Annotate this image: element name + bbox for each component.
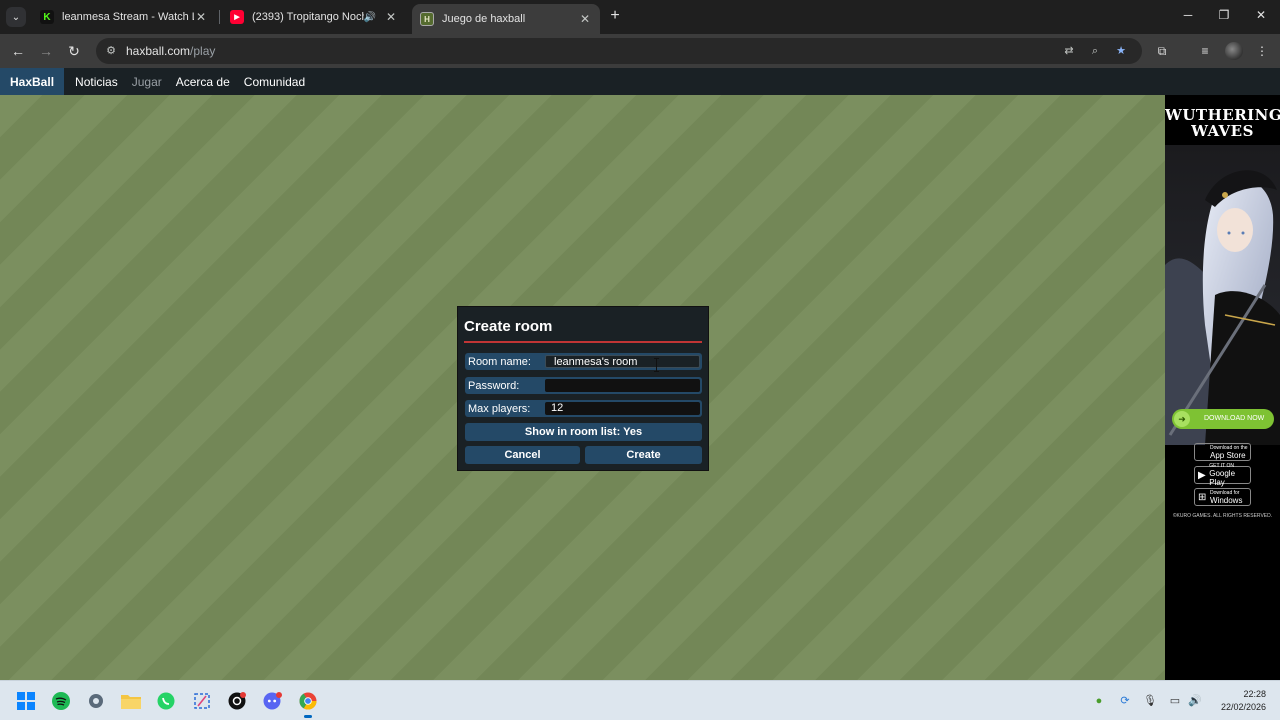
spotify-icon[interactable] — [51, 691, 71, 711]
tray-app-icon[interactable]: ● — [1091, 693, 1107, 709]
max-players-label: Max players: — [468, 402, 531, 415]
windows-taskbar: ● ⟳ 🎙 ▭ 🔊 22:28 22/02/2026 — [0, 680, 1280, 720]
system-clock[interactable]: 22:28 22/02/2026 — [1210, 688, 1266, 714]
nav-noticias[interactable]: Noticias — [68, 68, 125, 95]
nav-comunidad[interactable]: Comunidad — [237, 68, 312, 95]
chrome-icon[interactable] — [298, 691, 318, 718]
site-navigation: HaxBall Noticias Jugar Acerca de Comunid… — [0, 68, 1280, 95]
audio-playing-icon[interactable]: 🔊 — [364, 12, 376, 23]
tab-title: Juego de haxball — [442, 13, 526, 25]
room-name-label: Room name: — [468, 355, 531, 368]
password-input[interactable] — [545, 379, 700, 392]
window-close-icon[interactable]: ✕ — [1254, 8, 1268, 22]
play-icon: ▶ — [1198, 469, 1206, 481]
youtube-icon: ▶ — [230, 10, 244, 24]
close-icon[interactable]: ✕ — [578, 12, 592, 26]
nav-jugar[interactable]: Jugar — [125, 68, 169, 95]
site-info-icon[interactable]: ⚙ — [104, 44, 118, 58]
room-name-row: Room name: leanmesa's room — [465, 353, 702, 370]
text-cursor-icon — [654, 358, 659, 372]
whatsapp-icon[interactable] — [156, 691, 176, 711]
password-row: Password: — [465, 377, 702, 394]
store-big-text: Windows — [1210, 495, 1243, 505]
game-logo: WUTHERING WAVES — [1165, 107, 1280, 139]
browser-tab-strip: ⌄ K leanmesa Stream - Watch Live ✕ ▶ (23… — [0, 0, 1280, 34]
reload-icon[interactable]: ↻ — [65, 42, 83, 60]
advertisement-sidebar[interactable]: WUTHERING WAVES DOWNLOAD NOW ➜ Download — [1165, 95, 1280, 680]
store-big-text: App Store — [1210, 450, 1246, 460]
profile-avatar[interactable] — [1225, 42, 1243, 60]
dialog-title: Create room — [464, 318, 702, 343]
store-small-text: Download for — [1210, 489, 1240, 496]
url-text[interactable]: haxball.com/play — [126, 44, 215, 58]
show-in-room-list-toggle[interactable]: Show in room list: Yes — [465, 423, 702, 441]
new-tab-button[interactable]: + — [606, 7, 624, 25]
url-domain: haxball.com — [126, 44, 191, 58]
logo-line-2: WAVES — [1191, 122, 1254, 140]
tab-kick[interactable]: K leanmesa Stream - Watch Live ✕ — [32, 4, 216, 30]
menu-kebab-icon[interactable]: ⋮ — [1253, 42, 1271, 60]
translate-icon[interactable]: ⇄ — [1062, 44, 1076, 58]
sync-icon[interactable]: ⟳ — [1117, 693, 1133, 709]
back-icon[interactable]: ← — [9, 42, 27, 60]
clock-time: 22:28 — [1243, 689, 1266, 699]
settings-gear-icon[interactable] — [86, 691, 106, 711]
create-room-dialog: Create room Room name: leanmesa's room P… — [457, 306, 709, 471]
discord-icon[interactable] — [262, 691, 282, 711]
max-players-row: Max players: 12 — [465, 400, 702, 417]
ad-legal-text: ©KURO GAMES. ALL RIGHTS RESERVED. — [1172, 513, 1273, 519]
max-players-input[interactable]: 12 — [545, 402, 700, 415]
close-icon[interactable]: ✕ — [384, 10, 398, 24]
tab-haxball[interactable]: H Juego de haxball ✕ — [412, 4, 600, 34]
extensions-icon[interactable]: ⧉ — [1153, 42, 1171, 60]
nav-acerca-de[interactable]: Acerca de — [169, 68, 237, 95]
logo-line-1: WUTHERING — [1165, 106, 1280, 124]
windows-badge[interactable]: ⊞ Download for Windows — [1194, 488, 1251, 506]
start-windows-icon[interactable] — [16, 691, 36, 711]
password-label: Password: — [468, 379, 520, 392]
steelseries-icon[interactable] — [227, 691, 247, 711]
haxball-icon: H — [420, 12, 434, 26]
google-play-badge[interactable]: ▶ GET IT ON Google Play — [1194, 463, 1251, 487]
file-explorer-icon[interactable] — [121, 691, 141, 711]
store-small-text: Download on the — [1210, 444, 1248, 451]
character-artwork — [1165, 145, 1280, 445]
bookmark-star-icon[interactable]: ★ — [1114, 44, 1128, 58]
zoom-icon[interactable]: ⌕ — [1088, 44, 1102, 58]
create-button[interactable]: Create — [585, 446, 702, 464]
windows-icon: ⊞ — [1198, 491, 1207, 503]
download-arrow-icon: ➜ — [1174, 411, 1190, 427]
clock-date: 22/02/2026 — [1220, 702, 1266, 712]
tab-title: (2393) Tropitango Noche C — [252, 11, 364, 23]
store-big-text: Google Play — [1209, 469, 1236, 487]
kick-icon: K — [40, 10, 54, 24]
close-icon[interactable]: ✕ — [194, 10, 208, 24]
maximize-icon[interactable]: ❐ — [1217, 8, 1231, 22]
media-controls-icon[interactable]: ≡ — [1196, 42, 1214, 60]
tab-divider — [219, 10, 220, 24]
microphone-icon[interactable]: 🎙 — [1142, 693, 1158, 709]
url-path: /play — [190, 44, 216, 58]
forward-icon[interactable]: → — [37, 42, 55, 60]
browser-toolbar: ← → ↻ ⚙ haxball.com/play ⇄ ⌕ ★ ⧉ ≡ ⋮ — [0, 34, 1280, 68]
snipping-tool-icon[interactable] — [192, 691, 212, 711]
cancel-button[interactable]: Cancel — [465, 446, 580, 464]
network-icon[interactable]: ▭ — [1167, 693, 1183, 709]
minimize-icon[interactable]: ─ — [1181, 8, 1195, 22]
room-name-input[interactable]: leanmesa's room — [545, 355, 700, 368]
volume-icon[interactable]: 🔊 — [1187, 693, 1203, 709]
tab-youtube[interactable]: ▶ (2393) Tropitango Noche C 🔊 ✕ — [222, 4, 406, 30]
app-store-badge[interactable]: Download on the App Store — [1194, 443, 1251, 461]
tab-title: leanmesa Stream - Watch Live — [62, 11, 194, 23]
address-bar[interactable]: ⚙ haxball.com/play ⇄ ⌕ ★ — [96, 38, 1142, 64]
tab-search-button[interactable]: ⌄ — [6, 7, 26, 27]
haxball-brand-link[interactable]: HaxBall — [0, 68, 65, 95]
